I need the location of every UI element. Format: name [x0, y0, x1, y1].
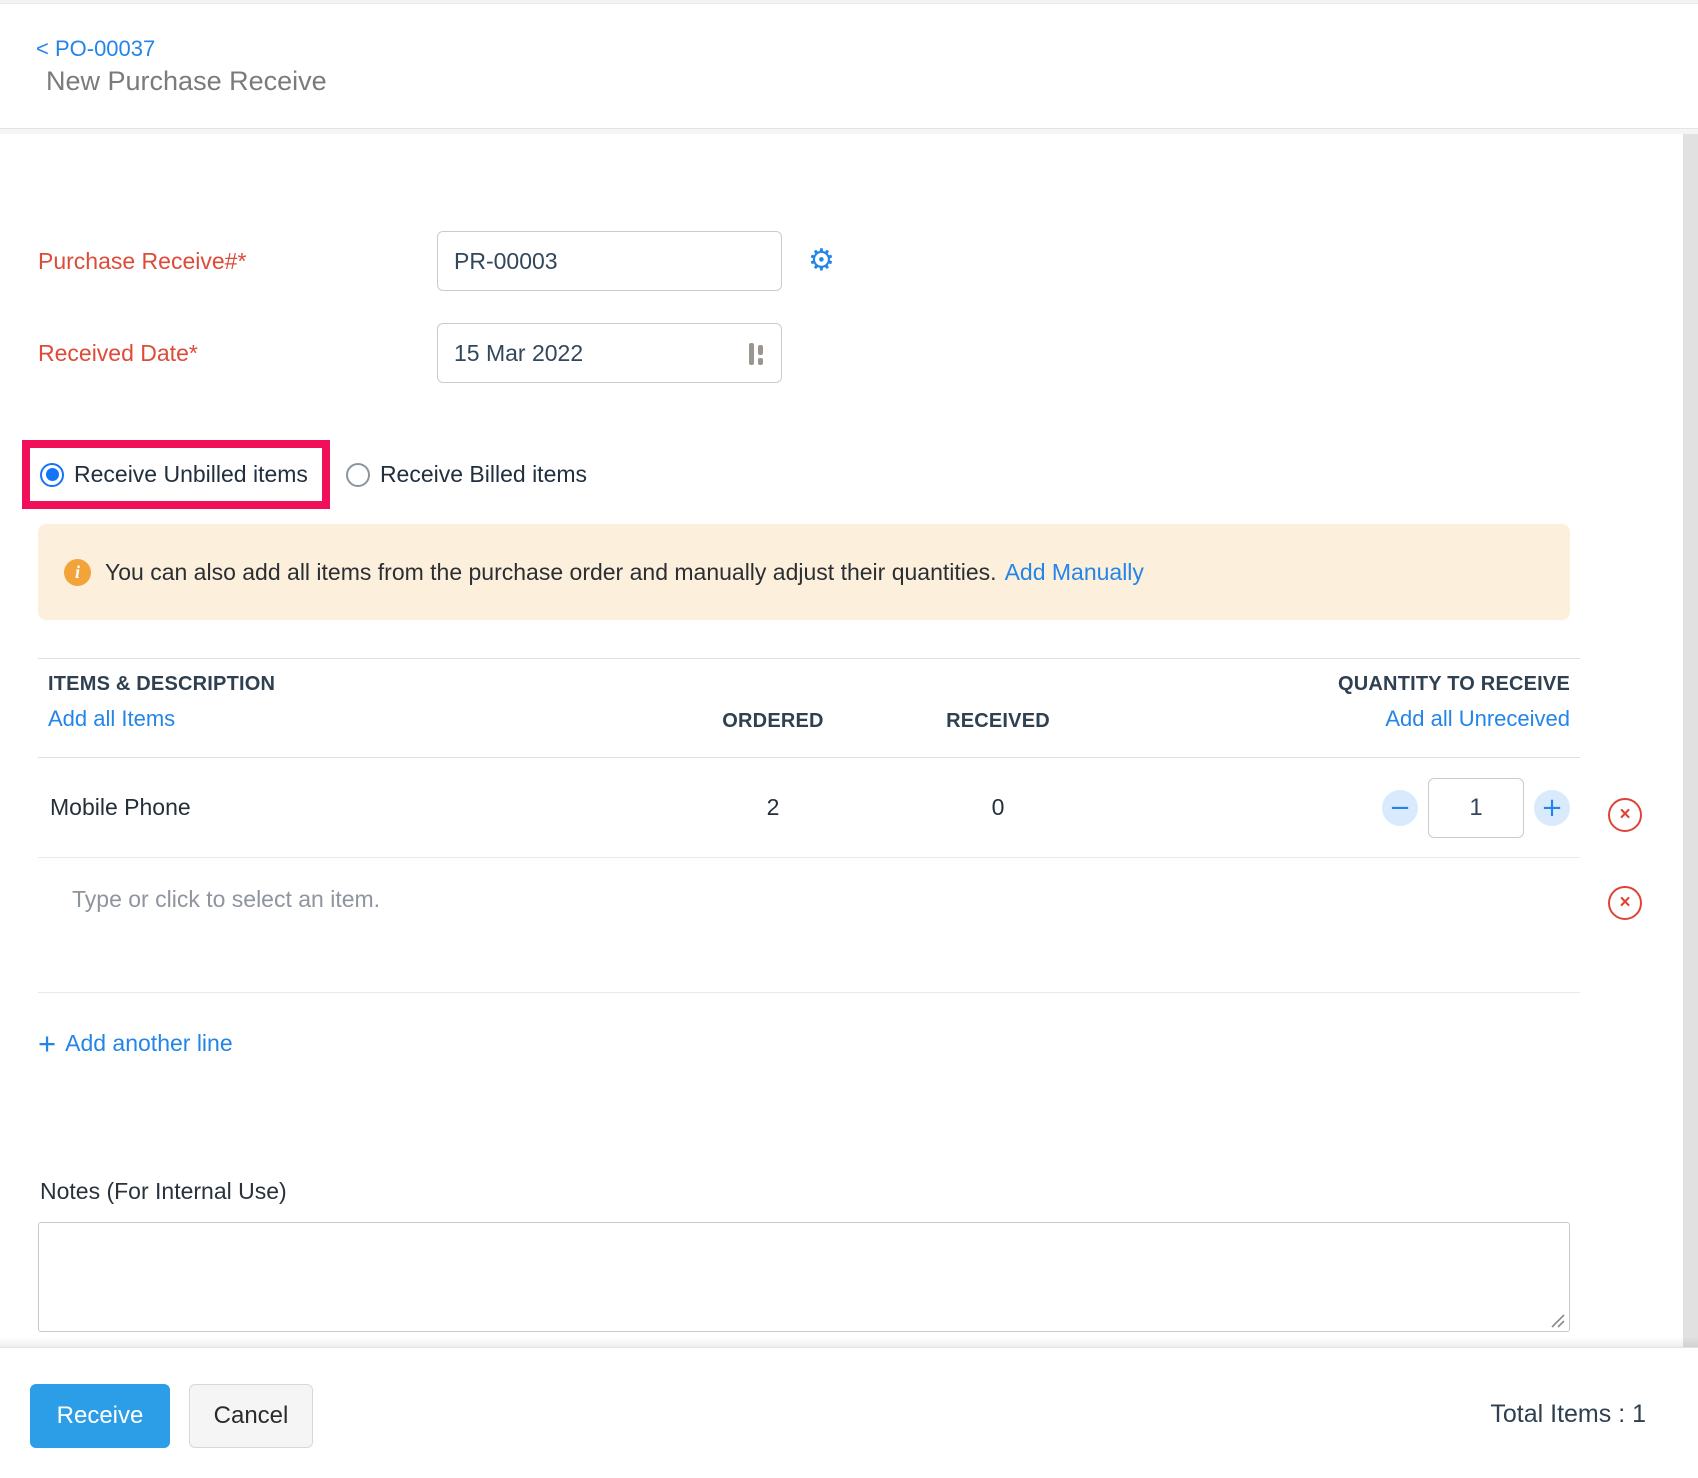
purchase-receive-input[interactable] [437, 231, 782, 291]
received-header: RECEIVED [858, 659, 1138, 757]
plus-icon: + [38, 1028, 56, 1059]
table-row-mobile-phone: Mobile Phone 2 0 − + × [38, 758, 1580, 858]
radio-receive-billed[interactable]: Receive Billed items [346, 461, 587, 488]
new-purchase-receive-page: < PO-00037 New Purchase Receive Purchase… [0, 0, 1698, 1478]
info-icon: i [64, 559, 91, 586]
receive-mode-options: Receive Unbilled items Receive Billed it… [22, 440, 587, 509]
back-to-po-link[interactable]: < PO-00037 [36, 36, 155, 62]
top-divider [0, 0, 1698, 4]
radio-receive-unbilled[interactable]: Receive Unbilled items [40, 461, 308, 488]
empty-item-row: × [38, 858, 1580, 993]
radio-unbilled-label: Receive Unbilled items [74, 461, 308, 488]
purchase-receive-input-wrap [437, 231, 782, 291]
items-table-header: ITEMS & DESCRIPTION Add all Items ORDERE… [38, 658, 1580, 758]
quantity-to-receive-header: QUANTITY TO RECEIVE [1338, 673, 1570, 696]
quantity-input[interactable] [1428, 778, 1524, 838]
textarea-resize-handle[interactable] [1548, 1312, 1566, 1328]
add-all-unreceived-link[interactable]: Add all Unreceived [1385, 706, 1570, 732]
items-description-header-cell: ITEMS & DESCRIPTION Add all Items [38, 659, 688, 757]
cancel-button[interactable]: Cancel [189, 1384, 313, 1448]
item-ordered-value: 2 [688, 794, 858, 821]
item-name: Mobile Phone [38, 794, 688, 821]
add-another-line-button[interactable]: + Add another line [38, 1028, 233, 1059]
page-title: New Purchase Receive [46, 66, 327, 97]
quantity-to-receive-header-cell: QUANTITY TO RECEIVE Add all Unreceived [1138, 659, 1580, 757]
ordered-header: ORDERED [688, 659, 858, 757]
notes-textarea[interactable] [38, 1222, 1570, 1332]
receive-button[interactable]: Receive [30, 1384, 170, 1448]
purchase-receive-label: Purchase Receive#* [38, 248, 437, 275]
info-banner: i You can also add all items from the pu… [38, 524, 1570, 620]
received-date-row: Received Date* [38, 323, 782, 383]
quantity-increase-button[interactable]: + [1534, 790, 1570, 826]
items-table: ITEMS & DESCRIPTION Add all Items ORDERE… [38, 658, 1580, 993]
quantity-decrease-button[interactable]: − [1382, 790, 1418, 826]
gear-icon[interactable]: ⚙ [808, 246, 835, 276]
calendar-icon[interactable] [746, 341, 768, 372]
vertical-scrollbar[interactable] [1683, 134, 1698, 1347]
item-received-value: 0 [858, 794, 1138, 821]
radio-billed-label: Receive Billed items [380, 461, 587, 488]
items-description-header: ITEMS & DESCRIPTION [48, 673, 275, 696]
add-manually-link[interactable]: Add Manually [1005, 559, 1144, 586]
footer-shadow [0, 1337, 1698, 1347]
total-items-label: Total Items : 1 [1490, 1400, 1646, 1429]
unbilled-highlight-annotation: Receive Unbilled items [22, 440, 330, 509]
item-select-input[interactable] [72, 886, 1272, 913]
delete-row-icon[interactable]: × [1608, 798, 1642, 832]
add-another-line-label: Add another line [65, 1030, 233, 1057]
radio-selected-icon[interactable] [40, 463, 64, 487]
received-date-input[interactable] [437, 323, 782, 383]
quantity-stepper: − + [1138, 778, 1580, 838]
notes-label: Notes (For Internal Use) [40, 1178, 287, 1205]
radio-unselected-icon[interactable] [346, 463, 370, 487]
delete-empty-row-icon[interactable]: × [1608, 886, 1642, 920]
received-date-input-wrap [437, 323, 782, 383]
received-date-label: Received Date* [38, 340, 437, 367]
header-divider [0, 128, 1698, 134]
info-banner-text: You can also add all items from the purc… [105, 559, 997, 586]
footer-bar: Receive Cancel Total Items : 1 [0, 1347, 1698, 1478]
add-all-items-link[interactable]: Add all Items [48, 706, 175, 732]
purchase-receive-row: Purchase Receive#* ⚙ [38, 231, 835, 291]
